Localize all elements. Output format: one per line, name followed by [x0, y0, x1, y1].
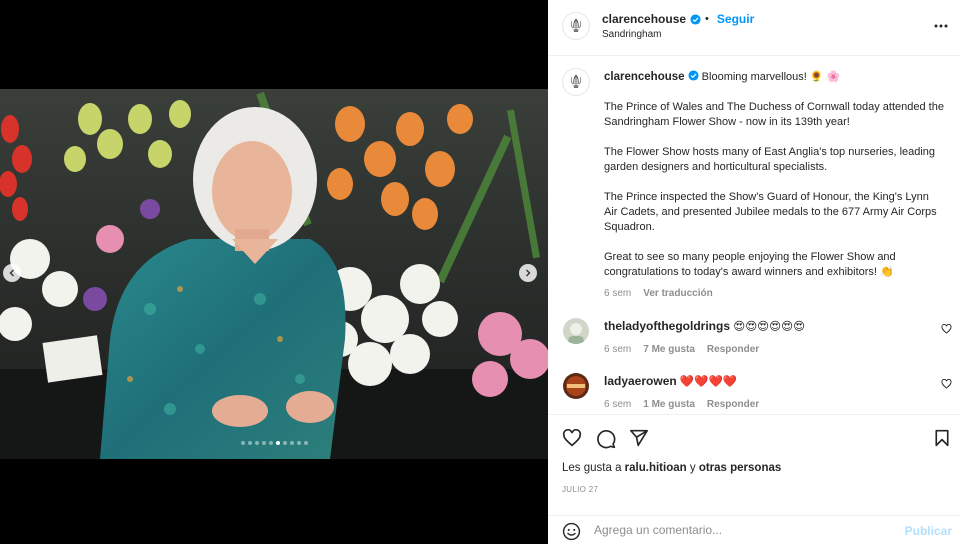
- caption-paragraph: The Flower Show hosts many of East Angli…: [604, 146, 936, 173]
- post-actions: Les gusta a ralu.hitioan y otras persona…: [548, 414, 960, 544]
- post-caption: clarencehouse Blooming marvellous! 🌻 🌸 T…: [604, 70, 944, 301]
- comment-like-button[interactable]: [941, 379, 952, 392]
- heart-outline-icon: [941, 379, 952, 389]
- comment-likes[interactable]: 7 Me gusta: [643, 344, 695, 355]
- share-button[interactable]: [629, 429, 649, 450]
- verified-badge-icon: [688, 70, 699, 81]
- carousel-dot: [282, 441, 287, 445]
- post-detail-panel: clarencehouse • Seguir Sandringham clare…: [548, 0, 960, 544]
- caption-headline: Blooming marvellous! 🌻 🌸: [701, 71, 841, 83]
- comment-body: ladyaerowen ❤️❤️❤️❤️ 6 sem 1 Me gusta Re…: [604, 374, 924, 410]
- comment-meta: 6 sem 7 Me gusta Responder: [604, 344, 924, 355]
- caption-username[interactable]: clarencehouse: [604, 71, 685, 83]
- post-location[interactable]: Sandringham: [602, 29, 661, 40]
- carousel-dot: [303, 441, 308, 445]
- comment-time[interactable]: 6 sem: [604, 399, 631, 410]
- carousel-dot: [296, 441, 301, 445]
- comment-likes[interactable]: 1 Me gusta: [643, 399, 695, 410]
- commenter-username[interactable]: ladyaerowen: [604, 374, 677, 388]
- post-photo-image: [0, 89, 548, 459]
- comment-body: theladyofthegoldrings 😍😍😍😍😍😍 6 sem 7 Me …: [604, 319, 924, 355]
- comment-bubble-icon: [597, 430, 616, 449]
- likes-summary: Les gusta a ralu.hitioan y otras persona…: [562, 462, 781, 474]
- carousel-dot: [268, 441, 273, 445]
- comment-text: ❤️❤️❤️❤️: [679, 376, 738, 388]
- comment-meta: 6 sem 1 Me gusta Responder: [604, 399, 924, 410]
- chevron-left-icon: [9, 269, 14, 277]
- carousel-dot: [275, 441, 280, 445]
- caption-paragraph: The Prince inspected the Show's Guard of…: [604, 191, 937, 233]
- likes-prefix: Les gusta a: [562, 462, 622, 474]
- translate-button[interactable]: Ver traducción: [643, 286, 712, 301]
- caption-paragraph: The Prince of Wales and The Duchess of C…: [604, 101, 944, 128]
- carousel-prev-button[interactable]: [3, 264, 21, 282]
- caption-time[interactable]: 6 sem: [604, 286, 631, 301]
- more-options-button[interactable]: [934, 19, 948, 31]
- avatar-image: [563, 373, 589, 399]
- like-button[interactable]: [562, 428, 582, 450]
- post-header: clarencehouse • Seguir Sandringham: [548, 0, 960, 56]
- author-line: clarencehouse • Seguir: [602, 12, 755, 26]
- post-photo[interactable]: [0, 89, 548, 459]
- reply-button[interactable]: Responder: [707, 399, 759, 410]
- liker-username[interactable]: ralu.hitioan: [625, 462, 687, 474]
- reply-button[interactable]: Responder: [707, 344, 759, 355]
- carousel-dot: [261, 441, 266, 445]
- carousel-next-button[interactable]: [519, 264, 537, 282]
- comment-item: theladyofthegoldrings 😍😍😍😍😍😍 6 sem 7 Me …: [548, 316, 960, 364]
- commenter-username[interactable]: theladyofthegoldrings: [604, 319, 730, 333]
- follow-button[interactable]: Seguir: [717, 12, 754, 26]
- carousel-dot: [289, 441, 294, 445]
- comment-like-button[interactable]: [941, 324, 952, 337]
- comment-input[interactable]: [594, 523, 854, 537]
- more-horizontal-icon: [934, 24, 948, 28]
- commenter-avatar[interactable]: [563, 318, 589, 344]
- author-avatar[interactable]: [562, 12, 590, 40]
- verified-badge-icon: [690, 13, 701, 25]
- paper-plane-icon: [629, 429, 648, 447]
- chevron-right-icon: [526, 269, 531, 277]
- publish-button[interactable]: Publicar: [905, 524, 952, 538]
- emoji-button[interactable]: [562, 522, 581, 544]
- feathers-crest-icon: [570, 18, 582, 32]
- caption-meta: 6 sem Ver traducción: [604, 286, 944, 301]
- heart-outline-icon: [941, 324, 952, 334]
- post-date[interactable]: JULIO 27: [562, 485, 598, 494]
- feathers-crest-icon: [570, 74, 582, 88]
- comment-button[interactable]: [596, 429, 616, 452]
- author-username[interactable]: clarencehouse: [602, 12, 686, 26]
- likes-connector: y: [689, 462, 696, 474]
- caption-paragraph: Great to see so many people enjoying the…: [604, 251, 896, 278]
- carousel-dot: [240, 441, 245, 445]
- comments-scroll-area[interactable]: clarencehouse Blooming marvellous! 🌻 🌸 T…: [548, 56, 960, 414]
- carousel-dot: [247, 441, 252, 445]
- comment-text: 😍😍😍😍😍😍: [733, 321, 806, 333]
- carousel-dot: [254, 441, 259, 445]
- carousel-indicator: [0, 441, 548, 445]
- bookmark-icon: [935, 429, 949, 447]
- instagram-post-modal: clarencehouse • Seguir Sandringham clare…: [0, 0, 960, 544]
- avatar-image: [563, 318, 589, 344]
- caption-author-avatar[interactable]: [562, 68, 590, 96]
- post-media-panel: [0, 0, 548, 544]
- likes-others-link[interactable]: otras personas: [699, 462, 781, 474]
- smiley-face-icon: [562, 522, 581, 541]
- comment-time[interactable]: 6 sem: [604, 344, 631, 355]
- add-comment-bar: Publicar: [548, 515, 960, 544]
- save-button[interactable]: [934, 429, 950, 450]
- commenter-avatar[interactable]: [563, 373, 589, 399]
- comment-item: ladyaerowen ❤️❤️❤️❤️ 6 sem 1 Me gusta Re…: [548, 371, 960, 414]
- heart-outline-icon: [562, 428, 582, 447]
